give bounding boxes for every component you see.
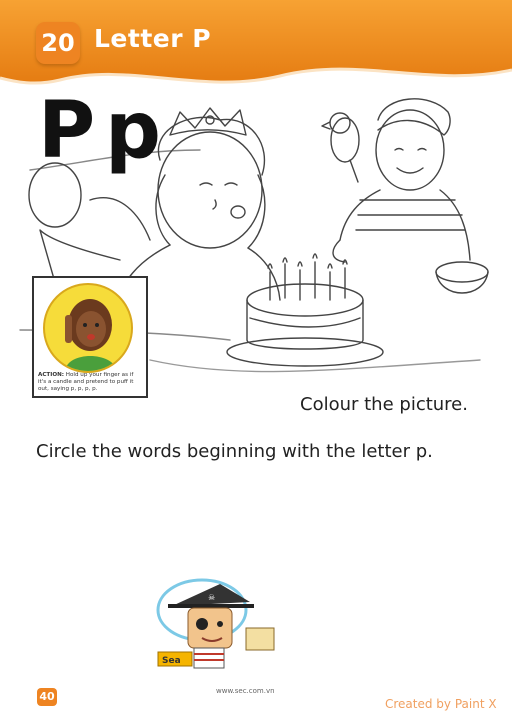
credit-text: Created by Paint X	[385, 697, 497, 711]
uppercase-letter: P	[38, 86, 96, 176]
heading-letters: Pp	[38, 86, 161, 176]
fruit-bowl	[435, 261, 489, 283]
mascot-sign: Sea	[162, 656, 181, 666]
action-box: ACTION: Hold up your finger as if it's a…	[32, 276, 148, 398]
svg-text:☠: ☠	[208, 593, 215, 602]
lowercase-letter: p	[105, 86, 162, 176]
page-number: 40	[37, 688, 57, 706]
website-url: www.sec.com.vn	[216, 687, 275, 695]
pirate-mascot-icon: ☠ Sea	[156, 578, 275, 669]
parrot-icon	[321, 112, 360, 183]
action-label: ACTION:	[38, 372, 65, 378]
colour-instruction: Colour the picture.	[300, 394, 468, 415]
finger-gesture-icon	[43, 283, 133, 373]
circle-instruction: Circle the words beginning with the lett…	[36, 441, 433, 462]
birthday-cake-icon	[226, 253, 384, 367]
action-instruction: ACTION: Hold up your finger as if it's a…	[38, 372, 142, 393]
